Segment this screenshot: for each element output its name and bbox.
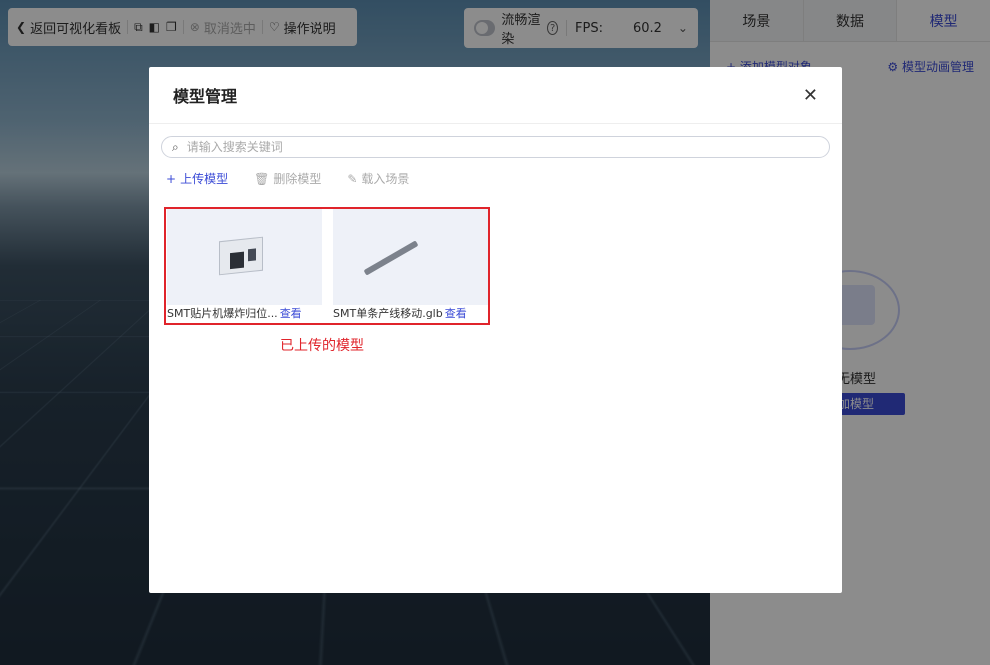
load-scene-label: 载入场景	[361, 172, 410, 186]
delete-model-label: 删除模型	[273, 172, 322, 186]
dialog-header: 模型管理 ✕	[149, 67, 842, 124]
annotation-label: 已上传的模型	[280, 338, 364, 354]
edit-icon: ✎	[347, 171, 358, 186]
model-thumbnail[interactable]	[333, 209, 488, 305]
plus-icon: +	[166, 171, 177, 186]
load-scene-button[interactable]: ✎ 载入场景	[347, 170, 409, 187]
search-input[interactable]	[186, 140, 819, 154]
search-box: ⌕	[161, 136, 830, 158]
model-thumbnail[interactable]	[167, 209, 322, 305]
model-name: SMT贴片机爆炸归位...	[167, 307, 278, 320]
smt-machine-preview	[219, 236, 263, 276]
model-caption: SMT贴片机爆炸归位... 查看	[167, 305, 322, 323]
dialog-actions: + 上传模型 🗑 删除模型 ✎ 载入场景	[149, 158, 842, 187]
model-caption: SMT单条产线移动.glb 查看	[333, 305, 488, 323]
upload-model-button[interactable]: + 上传模型	[166, 170, 228, 187]
view-link[interactable]: 查看	[280, 305, 302, 323]
production-line-preview	[363, 240, 419, 276]
uploaded-models-highlight: SMT贴片机爆炸归位... 查看 SMT单条产线移动.glb 查看	[164, 207, 490, 325]
model-card[interactable]: SMT单条产线移动.glb 查看	[333, 209, 488, 323]
trash-icon: 🗑	[254, 171, 270, 186]
model-manager-dialog: 模型管理 ✕ ⌕ + 上传模型 🗑 删除模型 ✎ 载入场景 SMT贴片机爆炸归位…	[149, 67, 842, 593]
dialog-title: 模型管理	[173, 87, 238, 106]
view-link[interactable]: 查看	[445, 305, 467, 323]
model-name: SMT单条产线移动.glb	[333, 307, 443, 320]
delete-model-button[interactable]: 🗑 删除模型	[254, 170, 321, 187]
close-icon[interactable]: ✕	[803, 85, 818, 106]
model-card[interactable]: SMT贴片机爆炸归位... 查看	[167, 209, 322, 323]
search-icon: ⌕	[172, 139, 179, 154]
upload-model-label: 上传模型	[180, 172, 229, 186]
